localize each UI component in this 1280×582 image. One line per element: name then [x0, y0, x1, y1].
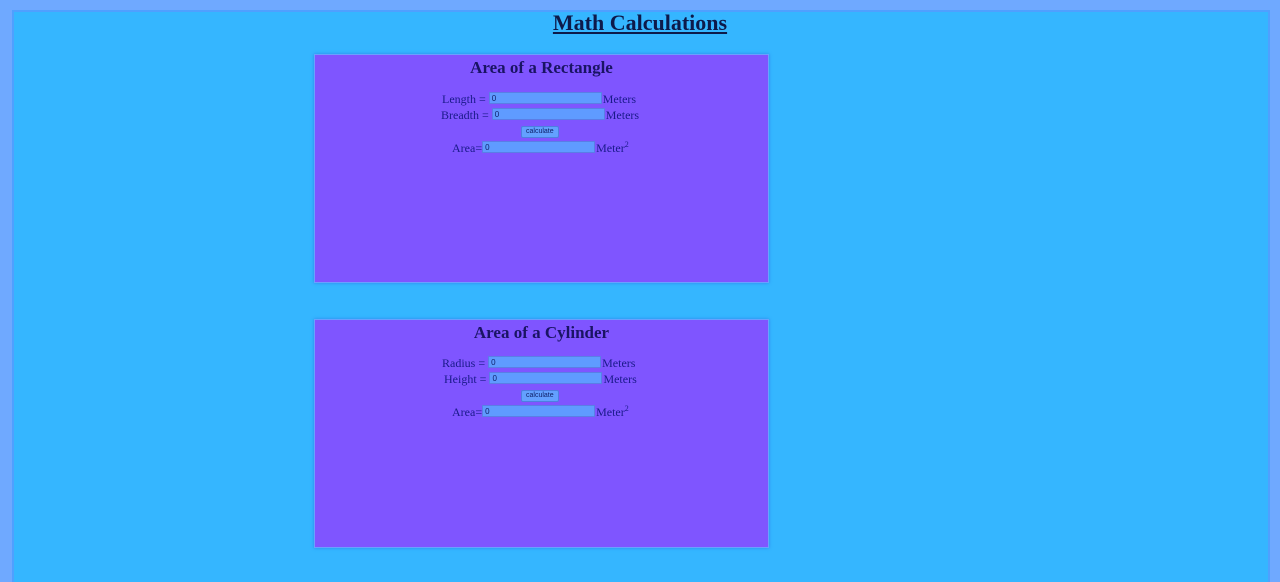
rectangle-calculate-button[interactable]: calculate — [521, 126, 559, 138]
rectangle-area-output[interactable]: 0 — [482, 141, 596, 153]
radius-unit: Meters — [602, 356, 636, 370]
length-input[interactable]: 0 — [488, 92, 602, 104]
rectangle-panel-title: Area of a Rectangle — [470, 58, 613, 77]
height-label: Height = — [444, 372, 487, 386]
height-row: Height = 0 Meters — [444, 372, 637, 386]
rectangle-area-unit: Meter2 — [596, 140, 629, 156]
page-title: Math Calculations — [552, 10, 728, 35]
length-unit: Meters — [602, 92, 637, 106]
cylinder-area-output[interactable]: 0 — [482, 405, 596, 417]
radius-row: Radius = 0 Meters — [442, 356, 635, 370]
height-input[interactable]: 0 — [489, 372, 603, 384]
cylinder-area-row: Area= 0 Meter2 — [452, 404, 629, 420]
cylinder-calculate-button[interactable]: calculate — [521, 390, 559, 402]
breadth-input[interactable]: 0 — [491, 108, 605, 120]
length-label: Length = — [442, 92, 486, 106]
rectangle-area-row: Area= 0 Meter2 — [452, 140, 629, 156]
rectangle-area-label: Area= — [452, 141, 483, 155]
breadth-row: Breadth = 0 Meters — [441, 108, 639, 122]
rectangle-panel: Area of a Rectangle Length = 0 Meters Bre… — [314, 54, 769, 283]
cylinder-area-unit-exponent: 2 — [624, 404, 629, 413]
radius-input[interactable]: 0 — [488, 356, 602, 368]
breadth-label: Breadth = — [441, 108, 489, 122]
cylinder-panel-title: Area of a Cylinder — [473, 323, 610, 342]
height-unit: Meters — [603, 372, 637, 386]
cylinder-panel: Area of a Cylinder Radius = 0 Meters Heig… — [314, 319, 769, 548]
radius-label: Radius = — [442, 356, 486, 370]
rectangle-area-unit-exponent: 2 — [624, 140, 629, 149]
length-row: Length = 0 Meters — [442, 92, 636, 106]
cylinder-area-unit: Meter2 — [596, 404, 629, 420]
breadth-unit: Meters — [605, 108, 640, 122]
cylinder-area-label: Area= — [452, 405, 483, 419]
